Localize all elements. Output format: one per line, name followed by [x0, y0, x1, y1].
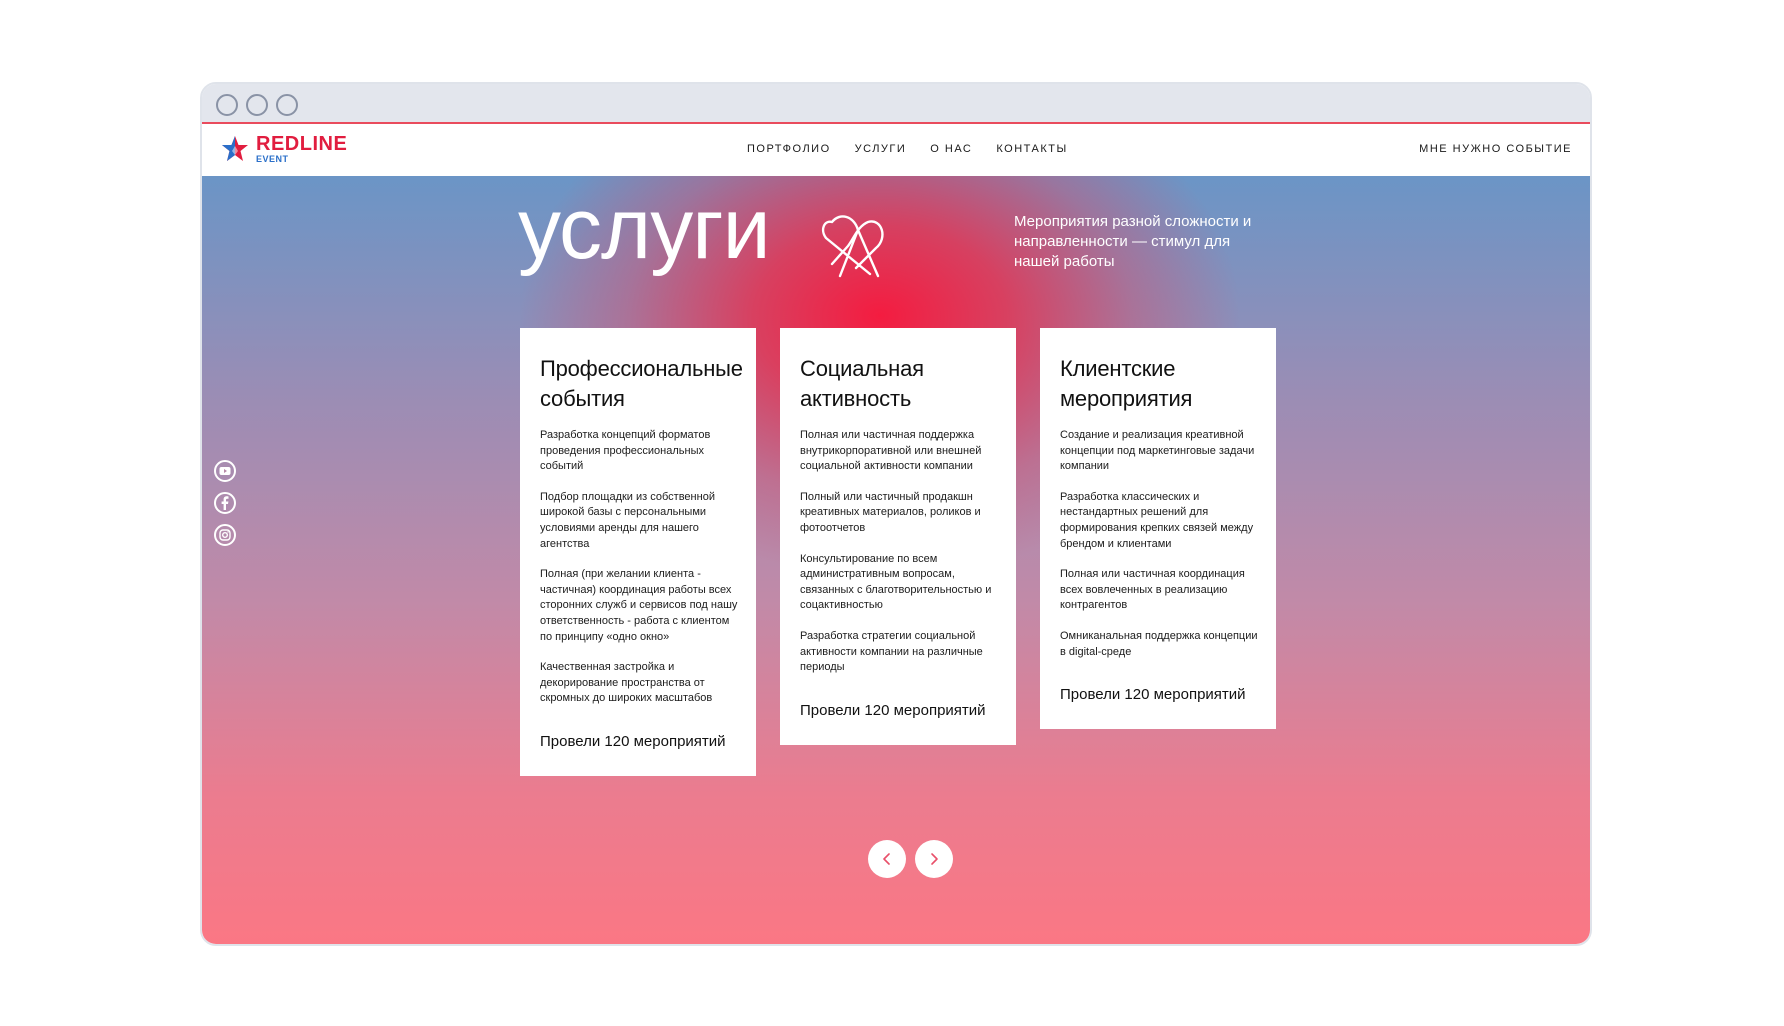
nav-contacts[interactable]: КОНТАКТЫ	[996, 143, 1067, 155]
card-bullet: Создание и реализация креативной концепц…	[1060, 429, 1255, 473]
page-title: услуги	[518, 181, 771, 277]
card-title: Социальная активность	[800, 356, 924, 411]
site-header: REDLINE EVENT ПОРТФОЛИО УСЛУГИ О НАС КОН…	[202, 126, 1590, 176]
card-bullet: Полная или частичная координация всех во…	[1060, 568, 1245, 612]
window-minimize-dot[interactable]	[246, 94, 268, 116]
carousel-next-button[interactable]	[915, 840, 953, 878]
instagram-icon[interactable]	[214, 524, 236, 546]
hero-subtitle: Мероприятия разной сложности и направлен…	[1014, 213, 1252, 270]
card-bullet: Омниканальная поддержка концепции в digi…	[1060, 629, 1258, 658]
service-card-client[interactable]: Клиентские мероприятия Создание и реализ…	[1040, 328, 1276, 730]
window-close-dot[interactable]	[216, 94, 238, 116]
main-nav: ПОРТФОЛИО УСЛУГИ О НАС КОНТАКТЫ	[747, 143, 1092, 155]
service-card-professional[interactable]: Профессиональные события Разработка конц…	[520, 328, 756, 776]
logo-sub-text: EVENT	[256, 154, 289, 164]
chevron-left-icon	[883, 853, 890, 865]
chevron-right-icon	[931, 853, 938, 865]
card-title: Клиентские мероприятия	[1060, 356, 1193, 411]
nav-about[interactable]: О НАС	[930, 143, 972, 155]
ribbon-icon	[821, 215, 884, 278]
logo-brand-text: REDLINE	[256, 133, 348, 155]
events-count: Провели 120 мероприятий	[800, 701, 986, 719]
service-card-social[interactable]: Социальная активность Полная или частичн…	[780, 328, 1016, 745]
browser-window: REDLINE EVENT ПОРТФОЛИО УСЛУГИ О НАС КОН…	[200, 82, 1592, 946]
window-maximize-dot[interactable]	[276, 94, 298, 116]
card-bullet: Разработка концепций форматов проведения…	[540, 429, 711, 473]
events-count: Провели 120 мероприятий	[540, 732, 726, 750]
card-bullet: Полная (при желании клиента - частичная)…	[540, 568, 738, 643]
browser-chrome	[202, 84, 1590, 124]
facebook-icon[interactable]	[214, 492, 236, 514]
card-bullet: Подбор площадки из собственной широкой б…	[540, 490, 715, 550]
star-logo-icon	[222, 136, 248, 161]
need-event-link[interactable]: МНЕ НУЖНО СОБЫТИЕ	[1419, 143, 1572, 155]
card-bullet: Консультирование по всем административны…	[800, 552, 992, 612]
carousel-prev-button[interactable]	[868, 840, 906, 878]
nav-services[interactable]: УСЛУГИ	[855, 143, 907, 155]
youtube-icon[interactable]	[214, 460, 236, 482]
card-title: Профессиональные события	[540, 356, 743, 411]
card-bullet: Разработка стратегии социальной активнос…	[800, 629, 983, 674]
services-hero: услуги Мероприятия разной сложности и на…	[202, 176, 1590, 944]
events-count: Провели 120 мероприятий	[1060, 686, 1246, 704]
site-logo[interactable]: REDLINE EVENT	[220, 134, 347, 164]
nav-portfolio[interactable]: ПОРТФОЛИО	[747, 143, 831, 155]
card-bullet: Полный или частичный продакшн креативных…	[800, 490, 981, 534]
card-bullet: Разработка классических и нестандартных …	[1060, 490, 1254, 550]
social-links	[214, 460, 236, 556]
card-bullet: Полная или частичная поддержка внутрикор…	[800, 429, 982, 473]
card-bullet: Качественная застройка и декорирование п…	[540, 661, 713, 705]
